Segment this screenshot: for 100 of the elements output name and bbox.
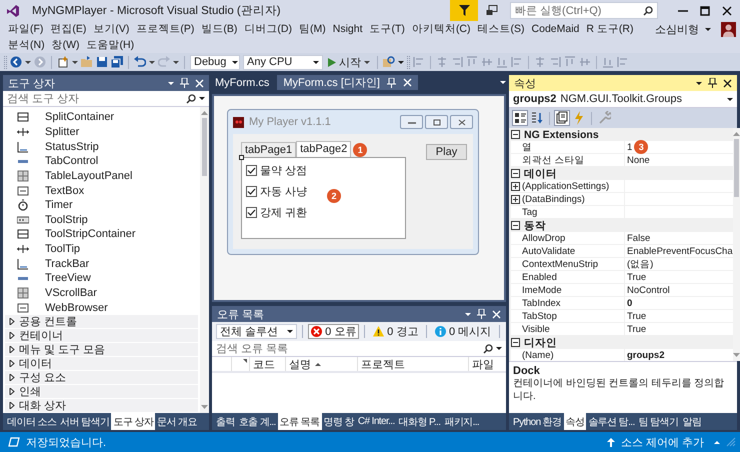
property-value[interactable]: (없음) (627, 258, 654, 270)
checkbox-label[interactable]: 강제 귀환 (260, 205, 308, 220)
expand-icon[interactable] (511, 194, 520, 204)
expand-triangle-icon[interactable] (9, 374, 15, 382)
property-name[interactable]: (ApplicationSettings) (522, 180, 610, 192)
toolbox-category[interactable]: 컨테이너 (5, 328, 198, 342)
document-list-icon[interactable] (500, 81, 506, 84)
feedback-icon[interactable] (486, 4, 498, 16)
toolbox-item[interactable]: ToolStripContainer (3, 227, 200, 242)
property-value[interactable]: EnablePreventFocusCha (627, 246, 733, 256)
maximize-button[interactable] (425, 115, 448, 129)
menu-item[interactable]: 디버그(D) (244, 22, 292, 36)
category-header[interactable]: 동작 (524, 218, 546, 232)
property-pages-icon[interactable] (555, 111, 569, 125)
panel-tab[interactable]: 패키지... (442, 413, 482, 430)
panel-tab[interactable]: 데이터 소스 (5, 413, 58, 430)
close-icon[interactable] (722, 6, 732, 16)
caret-icon[interactable] (199, 97, 205, 100)
dropdown-caret-icon[interactable] (465, 312, 471, 316)
category-header[interactable]: NG Extensions (524, 128, 599, 140)
account-name[interactable]: 소심비형 (655, 22, 699, 36)
toolbox-category[interactable]: 메뉴 및 도구 모음 (5, 342, 198, 356)
panel-tab[interactable]: 대화형 P... (396, 413, 442, 430)
column-header[interactable]: 프로젝트 (358, 357, 469, 371)
scroll-down-icon[interactable] (732, 353, 740, 357)
toolbox-item[interactable]: ToolTip (3, 242, 200, 256)
panel-tab[interactable]: 명령 창 (322, 413, 356, 430)
checkbox-label[interactable]: 물약 상점 (260, 163, 308, 178)
search-field[interactable]: 검색 오류 목록 (216, 342, 480, 354)
expand-triangle-icon[interactable] (9, 346, 15, 354)
menu-item[interactable]: 창(W) (52, 38, 80, 52)
minimize-button[interactable] (400, 115, 423, 129)
expand-icon[interactable] (511, 182, 520, 190)
platform-dropdown[interactable]: Any CPU (243, 54, 323, 70)
expand-triangle-icon[interactable] (9, 402, 15, 410)
collapse-icon[interactable] (511, 169, 520, 178)
checkbox-label[interactable]: 자동 사냥 (260, 184, 308, 199)
account-caret-icon[interactable] (705, 28, 711, 30)
undo-icon[interactable] (134, 56, 146, 68)
property-value[interactable]: True (627, 310, 646, 322)
caret-icon[interactable] (173, 60, 179, 64)
caret-icon[interactable] (149, 60, 155, 64)
caret-icon[interactable] (727, 98, 733, 100)
menu-item[interactable]: 편집(E) (50, 22, 86, 36)
dropdown-caret-icon[interactable] (168, 82, 174, 84)
document-tab[interactable]: MyForm.cs (212, 75, 276, 90)
property-name[interactable]: AllowDrop (522, 232, 566, 244)
tab[interactable]: tabPage1 (241, 142, 296, 157)
property-name[interactable]: ImeMode (522, 284, 562, 296)
toolbox-category[interactable]: 구성 요소 (5, 370, 198, 384)
property-value[interactable]: 0 (627, 298, 632, 308)
column-header[interactable]: 코드 (250, 357, 286, 371)
menu-item[interactable]: 파일(F) (8, 22, 44, 36)
property-name[interactable]: AutoValidate (522, 246, 576, 256)
property-name[interactable]: (DataBindings) (522, 194, 585, 204)
scope-dropdown[interactable]: 전체 솔루션 (216, 324, 298, 339)
quick-launch-field[interactable]: 빠른 실행(Ctrl+Q) (510, 2, 658, 19)
panel-tab[interactable]: 오류 목록 (278, 413, 322, 430)
property-value[interactable]: groups2 (627, 350, 664, 360)
toolbox-item[interactable]: SplitContainer (3, 110, 200, 125)
toolbox-item[interactable]: ToolStrip (3, 212, 200, 228)
filter-toggle[interactable]: 0 메시지 (432, 324, 494, 339)
panel-tab[interactable]: 서버 탐색기 (58, 413, 112, 430)
menu-item[interactable]: 프로젝트(P) (136, 22, 194, 36)
caret-icon[interactable] (25, 60, 31, 64)
save-icon[interactable] (96, 56, 108, 68)
caret-icon[interactable] (496, 347, 502, 350)
filter-button[interactable] (450, 0, 478, 21)
menu-item[interactable]: R 도구(R) (586, 22, 634, 36)
toolbox-category[interactable]: 인쇄 (5, 384, 198, 398)
dropdown-caret-icon[interactable] (313, 60, 319, 64)
alphabetical-sort-icon[interactable] (530, 111, 544, 125)
caret-icon[interactable] (72, 60, 78, 64)
property-name[interactable]: ContextMenuStrip (522, 258, 598, 270)
property-value[interactable]: False (627, 232, 650, 244)
property-value[interactable]: True (627, 272, 646, 282)
panel-tab[interactable]: 알림 (680, 413, 704, 430)
pin-icon[interactable] (707, 78, 718, 88)
panel-tab[interactable]: 팀 탐색기 (636, 413, 680, 430)
toolbox-item[interactable]: TrackBar (3, 256, 200, 272)
column-header[interactable]: 파일 (469, 357, 506, 371)
toolbox-category[interactable]: 공용 컨트롤 (5, 314, 198, 328)
property-value[interactable]: None (627, 154, 650, 166)
menu-item[interactable]: 분석(N) (8, 38, 45, 52)
checkbox[interactable] (246, 165, 257, 176)
property-name[interactable]: 외곽선 스타일 (522, 154, 585, 166)
menu-item[interactable]: 도구(T) (370, 22, 405, 36)
menu-item[interactable]: 테스트(S) (478, 22, 525, 36)
maximize-icon[interactable] (700, 6, 710, 16)
toolbox-item[interactable]: TreeView (3, 271, 200, 286)
tab[interactable]: tabPage2 (296, 141, 352, 157)
category-header[interactable]: 디자인 (524, 336, 557, 350)
overflow-icon[interactable] (398, 60, 404, 64)
collapse-icon[interactable] (511, 221, 520, 230)
panel-tab[interactable]: 출력 (214, 413, 237, 430)
categorized-icon[interactable] (513, 111, 527, 125)
panel-tab[interactable]: C# Inter... (356, 413, 397, 430)
scroll-up-icon[interactable] (201, 111, 208, 115)
column-header[interactable]: 설명 (286, 357, 358, 371)
dropdown-caret-icon[interactable] (696, 82, 702, 84)
